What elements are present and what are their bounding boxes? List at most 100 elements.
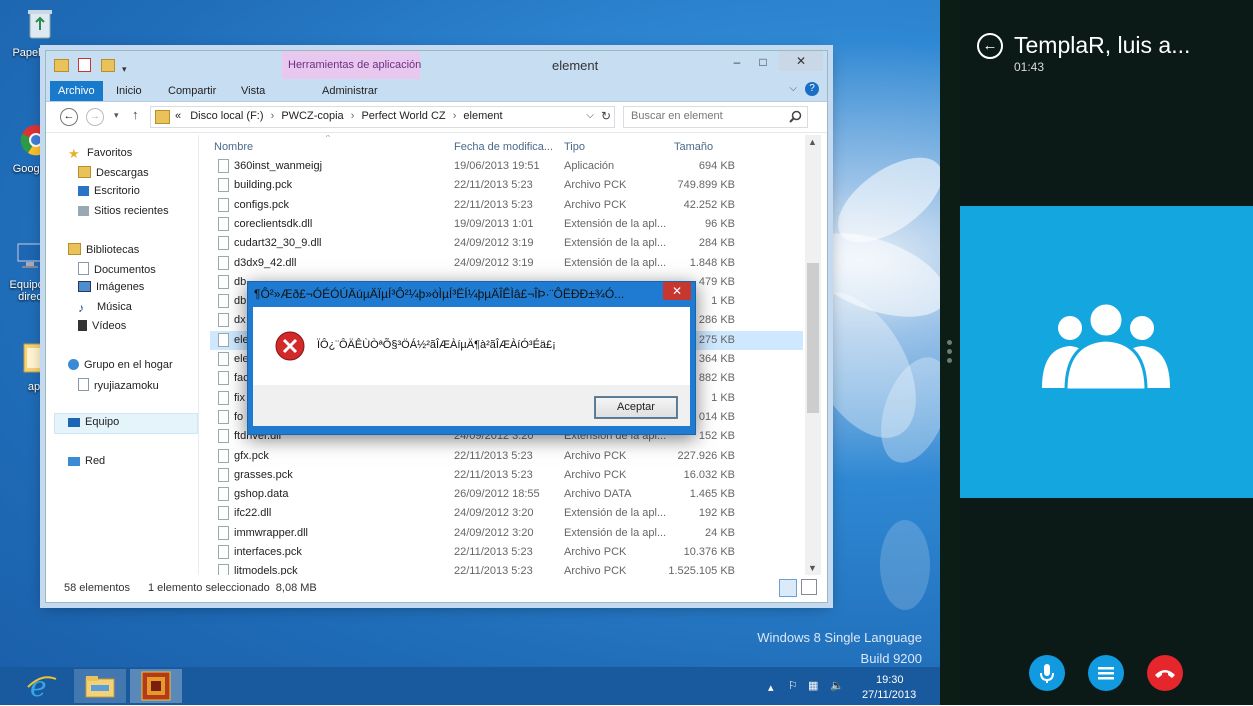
- file-row[interactable]: d3dx9_42.dll 24/09/2012 3:19 Extensión de …: [210, 254, 803, 273]
- file-type: Archivo PCK: [564, 179, 627, 192]
- details-view-icon[interactable]: [779, 579, 797, 597]
- show-hidden-icons[interactable]: ▴: [768, 681, 774, 694]
- close-button[interactable]: ✕: [779, 51, 823, 71]
- address-dropdown-icon[interactable]: ⌵: [586, 110, 594, 121]
- column-header-name[interactable]: Nombre: [214, 141, 253, 153]
- tab-compartir[interactable]: Compartir: [160, 81, 224, 101]
- breadcrumb-item[interactable]: Disco local (F:): [190, 110, 263, 122]
- mute-button[interactable]: [1029, 655, 1065, 691]
- file-row[interactable]: building.pck 22/11/2013 5:23 Archivo PCK 74…: [210, 176, 803, 195]
- nav-desktop[interactable]: Escritorio: [78, 185, 140, 197]
- minimize-button[interactable]: –: [727, 55, 747, 69]
- file-icon: [218, 487, 229, 502]
- forward-button[interactable]: →: [86, 108, 104, 126]
- breadcrumb-overflow[interactable]: «: [175, 110, 181, 122]
- file-date: 19/06/2013 19:51: [454, 160, 540, 172]
- new-folder-icon[interactable]: [100, 59, 115, 72]
- file-date: 22/11/2013 5:23: [454, 565, 533, 575]
- nav-user[interactable]: ryujiazamoku: [78, 378, 159, 392]
- chevron-down-icon[interactable]: ▾: [122, 64, 127, 74]
- ribbon-expand-icon[interactable]: ⌵: [789, 83, 797, 94]
- clock-time[interactable]: 19:30: [876, 674, 904, 686]
- ok-button[interactable]: Aceptar: [594, 396, 678, 419]
- scroll-up-icon[interactable]: ▲: [808, 137, 817, 147]
- network-icon[interactable]: ▦: [808, 679, 818, 692]
- file-icon: [218, 159, 229, 173]
- file-row[interactable]: coreclientsdk.dll 19/09/2013 1:01 Extensió…: [210, 215, 803, 234]
- nav-homegroup[interactable]: Grupo en el hogar: [68, 359, 173, 371]
- file-name: fo: [234, 410, 244, 423]
- call-menu-button[interactable]: [1088, 655, 1124, 691]
- volume-icon[interactable]: 🔈: [830, 679, 844, 692]
- address-bar[interactable]: « Disco local (F:) › PWCZ-copia › Perfec…: [150, 106, 615, 128]
- properties-icon[interactable]: [78, 58, 92, 72]
- taskbar-game-app[interactable]: [130, 669, 182, 703]
- file-type: Extensión de la apl...: [564, 256, 667, 269]
- file-row[interactable]: cudart32_30_9.dll 24/09/2012 3:19 Extensió…: [210, 234, 803, 253]
- breadcrumb-item[interactable]: Perfect World CZ: [361, 110, 445, 122]
- contextual-tab-header: Herramientas de aplicación: [282, 51, 421, 79]
- nav-images[interactable]: Imágenes: [78, 281, 144, 293]
- search-icon[interactable]: [789, 110, 802, 123]
- tab-vista[interactable]: Vista: [233, 81, 273, 101]
- tab-inicio[interactable]: Inicio: [108, 81, 150, 101]
- scrollbar-thumb[interactable]: [807, 263, 819, 413]
- file-row[interactable]: ifc22.dll 24/09/2012 3:20 Extensión de la …: [210, 504, 803, 523]
- file-size: 275 KB: [698, 333, 735, 346]
- taskbar-internet-explorer[interactable]: e: [16, 669, 68, 703]
- up-button[interactable]: ↑: [132, 107, 139, 122]
- file-icon: [218, 352, 229, 366]
- column-header-type[interactable]: Tipo: [564, 141, 585, 153]
- file-row[interactable]: litmodels.pck 22/11/2013 5:23 Archivo PCK 1…: [210, 562, 803, 575]
- taskbar-file-explorer[interactable]: [74, 669, 126, 703]
- nav-downloads[interactable]: Descargas: [78, 166, 149, 179]
- breadcrumb-item[interactable]: element: [463, 110, 502, 122]
- file-row[interactable]: 360inst_wanmeigj 19/06/2013 19:51 Aplicaci…: [210, 157, 803, 176]
- back-button[interactable]: ←: [60, 108, 78, 126]
- vertical-scrollbar[interactable]: ▲ ▼: [805, 135, 821, 575]
- microphone-icon: [1040, 664, 1054, 683]
- file-row[interactable]: grasses.pck 22/11/2013 5:23 Archivo PCK 16.…: [210, 466, 803, 485]
- file-icon: [218, 564, 229, 575]
- back-arrow-icon[interactable]: ←: [977, 33, 1003, 59]
- end-call-button[interactable]: [1147, 655, 1183, 691]
- nav-music[interactable]: ♪ Música: [78, 301, 132, 314]
- refresh-icon[interactable]: ↻: [601, 109, 611, 123]
- recent-locations-icon[interactable]: ▾: [114, 110, 119, 121]
- tab-archivo[interactable]: Archivo: [50, 81, 103, 101]
- nav-computer[interactable]: Equipo: [68, 416, 119, 428]
- file-row[interactable]: immwrapper.dll 24/09/2012 3:20 Extensión d…: [210, 524, 803, 543]
- nav-network[interactable]: Red: [68, 455, 105, 467]
- folder-icon[interactable]: [54, 59, 69, 72]
- nav-videos[interactable]: Vídeos: [78, 320, 126, 332]
- file-row[interactable]: gfx.pck 22/11/2013 5:23 Archivo PCK 227.926…: [210, 447, 803, 466]
- file-type: Extensión de la apl...: [564, 526, 667, 539]
- search-box[interactable]: Buscar en element: [623, 106, 808, 128]
- maximize-button[interactable]: □: [753, 55, 773, 69]
- file-icon: [218, 255, 229, 270]
- file-row[interactable]: configs.pck 22/11/2013 5:23 Archivo PCK 42.…: [210, 196, 803, 215]
- dialog-close-button[interactable]: ✕: [663, 282, 691, 300]
- file-row[interactable]: gshop.data 26/09/2012 18:55 Archivo DATA 1.…: [210, 485, 803, 504]
- tab-administrar[interactable]: Administrar: [314, 81, 386, 101]
- sort-ascending-icon: ^: [326, 135, 330, 142]
- computer-icon: [17, 243, 43, 268]
- explorer-titlebar[interactable]: ▾ Herramientas de aplicación element – □…: [46, 51, 827, 79]
- action-center-flag-icon[interactable]: ⚐: [788, 679, 798, 692]
- breadcrumb-item[interactable]: PWCZ-copia: [281, 110, 343, 122]
- file-date: 24/09/2012 3:20: [454, 507, 534, 520]
- nav-recent[interactable]: Sitios recientes: [78, 205, 169, 217]
- svg-text:e: e: [30, 670, 47, 703]
- scroll-down-icon[interactable]: ▼: [808, 563, 817, 573]
- file-row[interactable]: interfaces.pck 22/11/2013 5:23 Archivo PCK…: [210, 543, 803, 562]
- nav-documents[interactable]: Documentos: [78, 262, 156, 276]
- column-header-size[interactable]: Tamaño: [674, 141, 713, 153]
- nav-libraries[interactable]: Bibliotecas: [68, 243, 139, 256]
- large-icons-view-icon[interactable]: [801, 579, 817, 595]
- file-date: 22/11/2013 5:23: [454, 179, 533, 192]
- clock-date[interactable]: 27/11/2013: [862, 689, 916, 701]
- column-header-date[interactable]: Fecha de modifica...: [454, 141, 553, 153]
- help-icon[interactable]: ?: [805, 82, 819, 96]
- nav-favorites[interactable]: ★ Favoritos: [68, 147, 132, 160]
- file-name: ifc22.dll: [234, 507, 272, 520]
